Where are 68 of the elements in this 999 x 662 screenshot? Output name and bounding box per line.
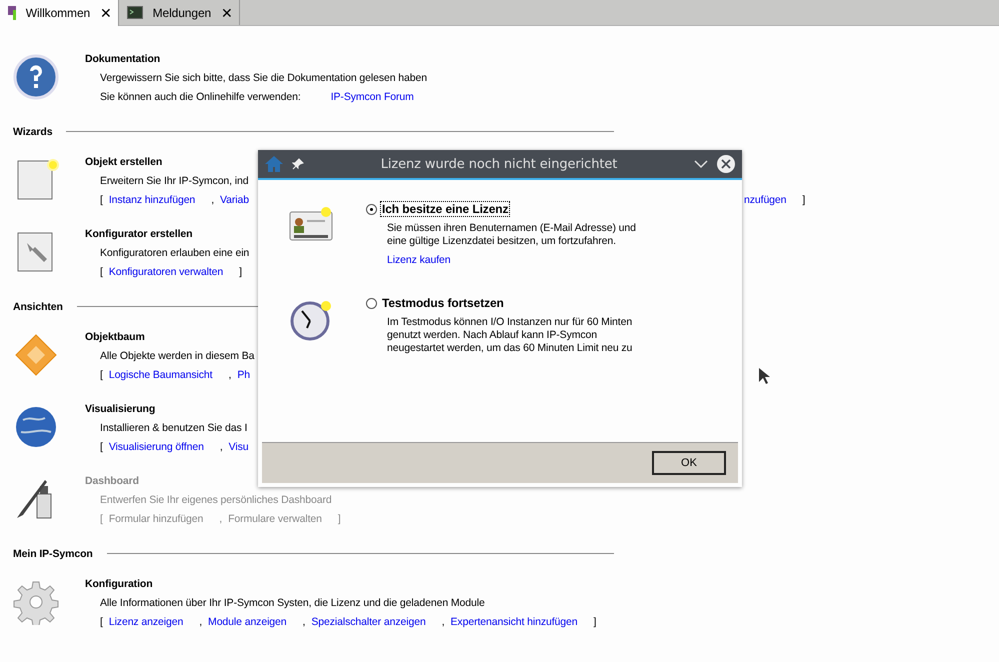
- section-title: Ansichten: [13, 300, 63, 312]
- separator: ,: [228, 368, 232, 383]
- separator: ,: [199, 615, 202, 630]
- item-link[interactable]: Spezialschalter anzeigen: [311, 613, 426, 632]
- item-description: Vergewissern Sie sich bitte, dass Sie die Dokumentation gelesen haben: [100, 71, 427, 86]
- option-description: Im Testmodus können I/O Instanzen nur für 60 Minten genutzt werden. Nach Ablauf kann IP-Symcon neugestartet werden, um das 60 Minuten Limit neu zu: [387, 316, 634, 355]
- close-icon[interactable]: [716, 154, 736, 174]
- bracket: [: [100, 512, 103, 527]
- tree-icon: [13, 332, 59, 378]
- bracket: [: [100, 615, 103, 630]
- bracket: ]: [594, 615, 596, 630]
- bracket: [: [100, 368, 103, 383]
- item-title: Konfiguration: [85, 577, 153, 592]
- separator: ,: [442, 615, 445, 630]
- globe-icon: [13, 404, 59, 450]
- item-description: Alle Objekte werden in diesem Ba: [100, 349, 254, 364]
- bracket: ]: [802, 193, 806, 208]
- item-title: Dokumentation: [85, 52, 160, 67]
- bracket: [: [100, 265, 103, 280]
- item-title: Objektbaum: [85, 330, 145, 345]
- section-title: Wizards: [13, 126, 52, 138]
- item-link[interactable]: Module anzeigen: [208, 613, 287, 632]
- item-link[interactable]: Variab: [220, 191, 249, 210]
- bracket: ]: [338, 512, 341, 527]
- item-link[interactable]: Lizenz anzeigen: [108, 613, 184, 632]
- pin-icon[interactable]: [292, 158, 304, 170]
- radio-option[interactable]: Testmodus fortsetzen: [366, 296, 742, 310]
- bracket: [: [100, 193, 103, 208]
- item-link[interactable]: Instanz hinzufügen: [108, 191, 196, 210]
- help-icon: [13, 54, 59, 100]
- cubes-icon: [8, 6, 16, 20]
- item-title: Konfigurator erstellen: [85, 227, 192, 242]
- item-link[interactable]: Visualisierung öffnen: [108, 438, 204, 457]
- item-link[interactable]: Konfiguratoren verwalten: [108, 263, 224, 282]
- tab[interactable]: Willkommen ✕: [0, 0, 119, 26]
- radio-option[interactable]: Ich besitze eine Lizenz: [366, 202, 742, 216]
- item-link[interactable]: Expertenansicht hinzufügen: [450, 613, 578, 632]
- item-title: Objekt erstellen: [85, 155, 162, 170]
- item-description: Erweitern Sie Ihr IP-Symcon, ind: [100, 174, 249, 189]
- close-icon[interactable]: ✕: [221, 4, 233, 20]
- option-description: Sie müssen ihren Benuternamen (E-Mail Adresse) und eine gültige Lizenzdatei besitzen, um fortzufahren.: [387, 222, 637, 248]
- item-link[interactable]: Ph: [237, 366, 250, 385]
- item-link[interactable]: nzufügen: [744, 194, 786, 206]
- item-description: Entwerfen Sie Ihr eigenes persönliches Dashboard: [100, 493, 332, 508]
- item-description: Alle Informationen über Ihr IP-Symcon Systen, die Lizenz und die geladenen Module: [100, 596, 485, 611]
- separator: ,: [302, 615, 306, 630]
- item-title: Visualisierung: [85, 402, 156, 417]
- close-icon[interactable]: ✕: [100, 5, 112, 21]
- separator: ,: [220, 440, 223, 455]
- item-link[interactable]: IP-Symcon Forum: [330, 88, 414, 107]
- item-description: Konfiguratoren erlauben eine ein: [100, 246, 250, 261]
- gear-icon: [13, 579, 59, 625]
- item-link[interactable]: Logische Baumansicht: [108, 366, 212, 385]
- buy-license-link[interactable]: Lizenz kaufen: [387, 254, 742, 266]
- section-title: Mein IP-Symcon: [13, 548, 93, 560]
- bracket: [: [100, 440, 103, 455]
- help-text: Sie können auch die Onlinehilfe verwenden:: [100, 90, 301, 105]
- terminal-icon: [127, 6, 143, 19]
- item-link[interactable]: Visu: [228, 438, 248, 457]
- separator: ,: [211, 193, 214, 208]
- mouse-pointer-icon: [758, 367, 770, 385]
- dialog-title: Lizenz wurde noch nicht eingerichtet: [380, 156, 618, 172]
- bracket: ]: [239, 265, 242, 280]
- ok-button[interactable]: OK: [652, 451, 726, 475]
- chevron-down-icon[interactable]: [694, 159, 708, 169]
- item-title: Dashboard: [85, 474, 139, 489]
- separator: ,: [219, 512, 222, 527]
- item-description: Installieren & benutzen Sie das I: [100, 421, 248, 436]
